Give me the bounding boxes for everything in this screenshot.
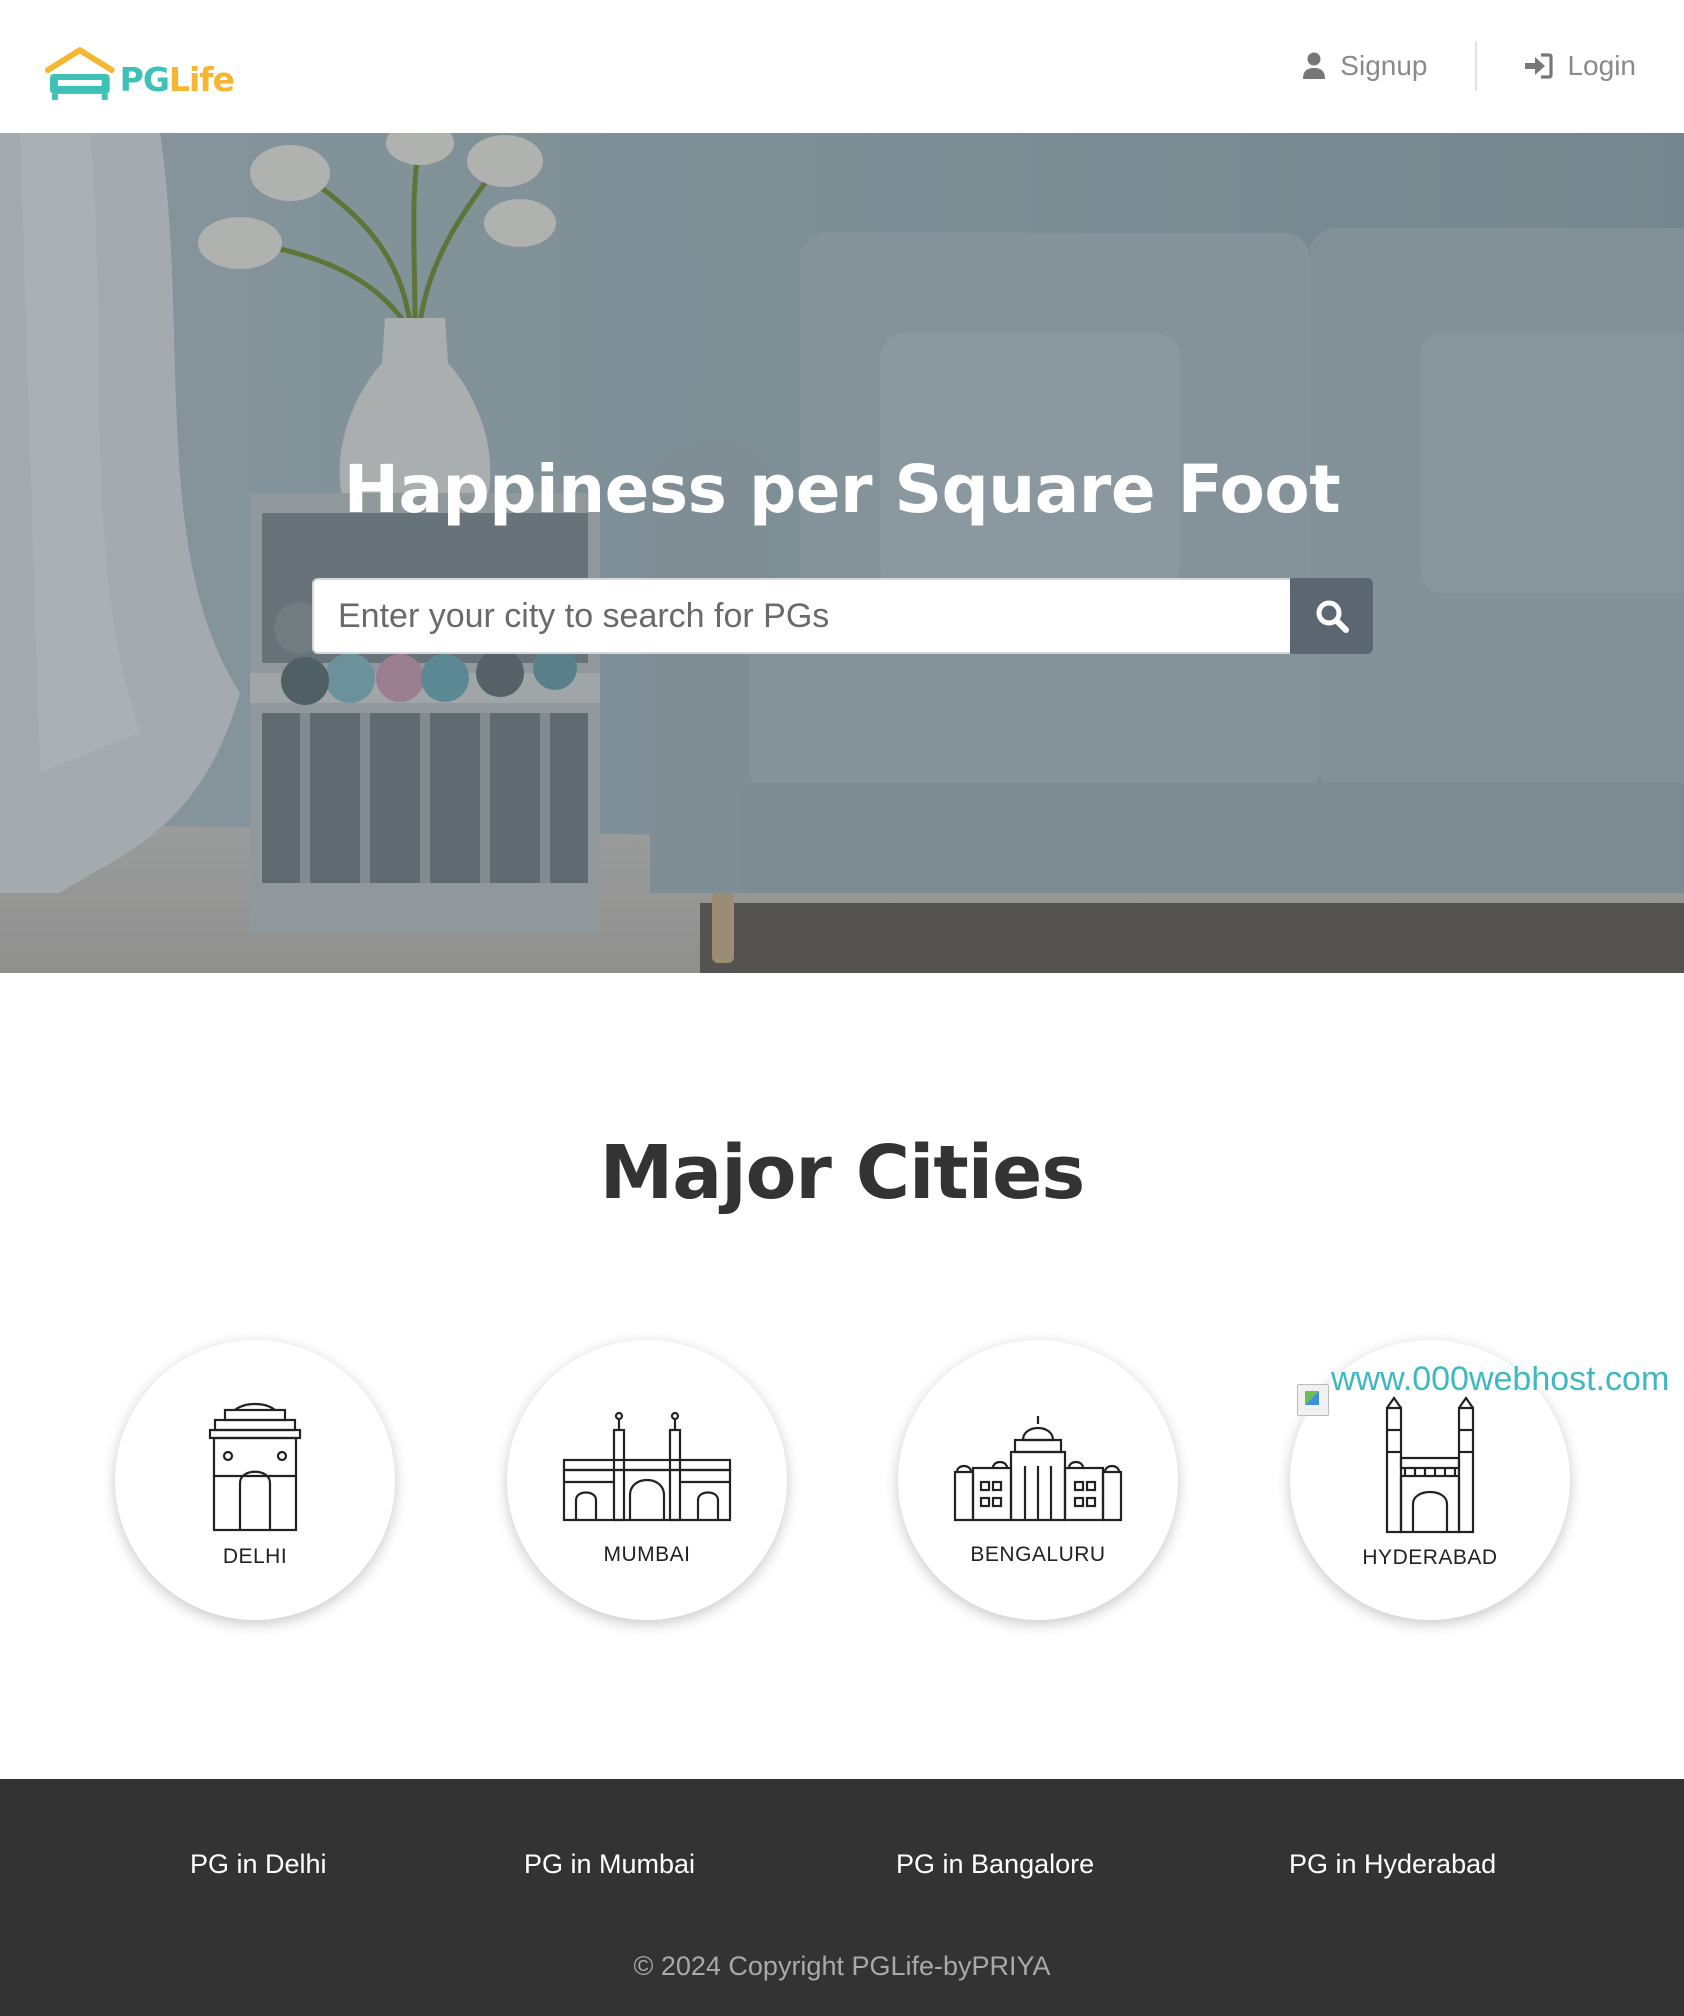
sign-in-icon: [1525, 53, 1554, 79]
logo[interactable]: PGLife: [44, 38, 235, 100]
hero-title: Happiness per Square Foot: [343, 451, 1341, 528]
broken-image-alt-text: www.000webhost.com: [1331, 1366, 1670, 1398]
broken-image[interactable]: www.000webhost.com: [1297, 1366, 1684, 1418]
city-search-input[interactable]: [312, 578, 1290, 654]
logo-life-text: Life: [168, 60, 235, 99]
search-icon: [1316, 600, 1349, 633]
india-gate-icon: [208, 1402, 302, 1532]
city-name: MUMBAI: [603, 1543, 691, 1566]
city-card-mumbai[interactable]: MUMBAI: [507, 1340, 787, 1620]
broken-image-icon: [1297, 1384, 1329, 1416]
user-icon: [1303, 52, 1326, 79]
nav-divider: [1475, 41, 1478, 91]
footer-link-mumbai[interactable]: PG in Mumbai: [524, 1849, 695, 1880]
footer-link-hyderabad[interactable]: PG in Hyderabad: [1289, 1849, 1496, 1880]
gateway-of-india-icon: [562, 1411, 732, 1522]
city-name: DELHI: [222, 1545, 288, 1568]
section-title-major-cities: Major Cities: [599, 1130, 1086, 1216]
footer-link-bangalore[interactable]: PG in Bangalore: [896, 1849, 1094, 1880]
city-card-delhi[interactable]: DELHI: [115, 1340, 395, 1620]
login-button[interactable]: Login: [1523, 50, 1636, 82]
city-name: HYDERABAD: [1362, 1546, 1498, 1569]
footer-link-delhi[interactable]: PG in Delhi: [190, 1849, 327, 1880]
signup-button[interactable]: Signup: [1302, 50, 1427, 82]
logo-pg-text: PG: [119, 60, 170, 99]
login-label: Login: [1567, 50, 1636, 81]
house-sofa-icon: [44, 47, 115, 100]
city-name: BENGALURU: [970, 1543, 1106, 1566]
top-nav: Signup Login: [1302, 40, 1636, 92]
footer: PG in Delhi PG in Mumbai PG in Bangalore…: [0, 1779, 1684, 2016]
header: PGLife Signup Login: [0, 0, 1684, 133]
signup-label: Signup: [1340, 50, 1428, 81]
hero-overlay: [0, 133, 1684, 973]
vidhana-soudha-icon: [953, 1416, 1123, 1522]
search-button[interactable]: [1290, 578, 1373, 654]
copyright-text: © 2024 Copyright PGLife-byPRIYA: [633, 1951, 1051, 1981]
search-bar: [312, 578, 1373, 654]
hero-banner: Happiness per Square Foot: [0, 133, 1684, 973]
city-card-bengaluru[interactable]: BENGALURU: [898, 1340, 1178, 1620]
